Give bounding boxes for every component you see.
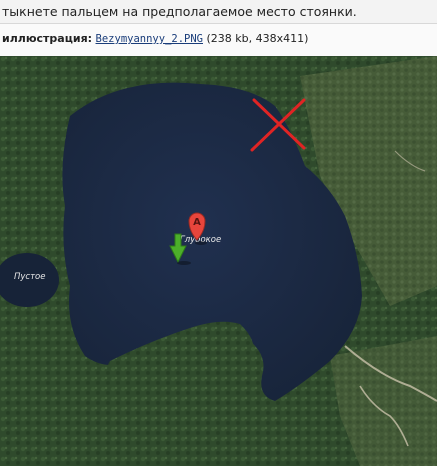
marker-letter: A xyxy=(193,217,201,228)
post-text-line: тыкнете пальцем на предполагаемое место … xyxy=(0,0,437,24)
attachment-meta: (238 kb, 438x411) xyxy=(206,32,309,45)
attachment-bar: иллюстрация: Bezymyannyy_2.PNG (238 kb, … xyxy=(0,24,437,56)
post-text: тыкнете пальцем на предполагаемое место … xyxy=(2,4,357,19)
satellite-map-image[interactable]: Пустое Глубокое A xyxy=(0,56,437,466)
attachment-label: иллюстрация: xyxy=(2,32,93,45)
lake-small-label: Пустое xyxy=(14,272,45,282)
attachment-row: иллюстрация: Bezymyannyy_2.PNG (238 kb, … xyxy=(2,32,308,45)
attachment-link[interactable]: Bezymyannyy_2.PNG xyxy=(96,33,203,45)
